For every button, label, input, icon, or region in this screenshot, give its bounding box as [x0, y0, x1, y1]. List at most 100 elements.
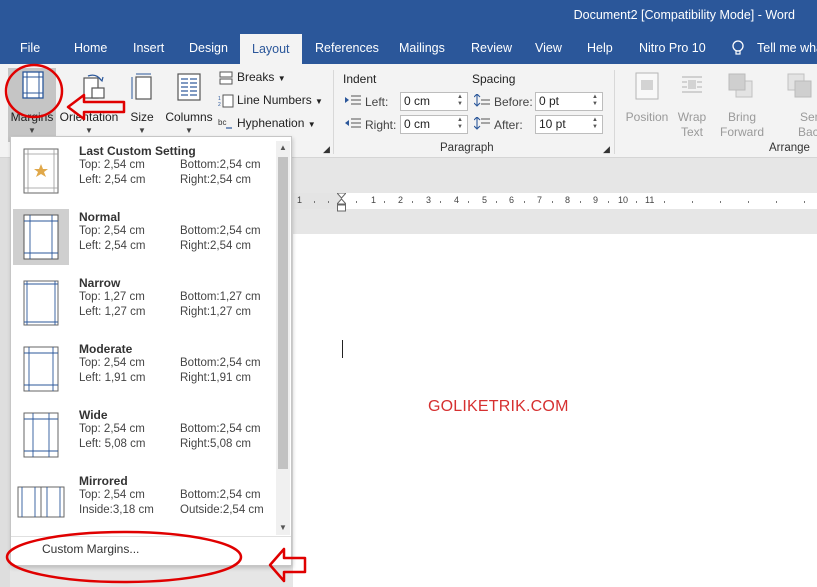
tell-me-search[interactable]: Tell me wha — [757, 32, 817, 64]
margin-left-value: Left: 2,54 cm — [79, 174, 146, 186]
indent-left-label: Left: — [365, 95, 389, 109]
size-button[interactable]: Size ▼ — [128, 68, 156, 142]
margin-option-wide[interactable]: Wide Top: 2,54 cm Bottom:2,54 cm Left: 5… — [12, 403, 278, 469]
hyphenation-button[interactable]: bc Hyphenation ▼ — [218, 116, 316, 136]
spacing-before-input[interactable]: 0 pt ▲ ▼ — [535, 92, 603, 111]
margin-top-value: Top: 2,54 cm — [79, 489, 145, 501]
margin-preview — [13, 341, 69, 397]
spacing-after-icon — [474, 117, 490, 130]
margin-bottom-value: Bottom:2,54 cm — [180, 357, 261, 369]
indent-left-icon — [345, 95, 361, 105]
svg-text:2: 2 — [218, 102, 221, 108]
breaks-label: Breaks — [237, 70, 275, 84]
columns-button[interactable]: Columns ▼ — [164, 68, 214, 142]
scrollbar-thumb[interactable] — [278, 157, 288, 469]
margin-option-mirrored[interactable]: Mirrored Top: 2,54 cm Bottom:2,54 cm Ins… — [12, 469, 278, 535]
tab-design[interactable]: Design — [189, 32, 228, 64]
spinner-arrows-icon[interactable]: ▲ ▼ — [592, 94, 601, 108]
margin-top-value: Top: 1,27 cm — [79, 291, 145, 303]
margin-bottom-value: Bottom:2,54 cm — [180, 159, 261, 171]
margin-preview — [13, 473, 69, 529]
spacing-after-input[interactable]: 10 pt ▲ ▼ — [535, 115, 603, 134]
margin-bottom-value: Bottom:2,54 cm — [180, 489, 261, 501]
send-backward-button[interactable]: Send Backward — [772, 68, 817, 142]
breaks-button[interactable]: Breaks ▼ — [218, 70, 286, 90]
margin-top-value: Top: 2,54 cm — [79, 423, 145, 435]
margin-option-moderate[interactable]: Moderate Top: 2,54 cm Bottom:2,54 cm Lef… — [12, 337, 278, 403]
tab-file[interactable]: File — [20, 32, 40, 64]
spinner-arrows-icon[interactable]: ▲ ▼ — [457, 117, 466, 131]
margins-label: Margins — [10, 110, 54, 124]
margins-icon — [22, 71, 44, 99]
position-button[interactable]: Position — [622, 68, 672, 142]
tab-references[interactable]: References — [315, 32, 379, 64]
left-margin-strip — [0, 158, 10, 587]
indent-right-icon — [345, 118, 361, 128]
margin-top-value: Top: 2,54 cm — [79, 225, 145, 237]
tab-view[interactable]: View — [535, 32, 562, 64]
custom-margins-button[interactable]: Custom Margins... — [42, 542, 139, 556]
tab-layout[interactable]: Layout — [240, 34, 302, 64]
window-title: Document2 [Compatibility Mode] - Word — [573, 8, 795, 22]
margin-bottom-value: Bottom:2,54 cm — [180, 225, 261, 237]
orientation-label: Orientation — [59, 110, 119, 124]
margin-preview — [13, 407, 69, 463]
margin-right-value: Right:1,27 cm — [180, 306, 251, 318]
line-numbers-icon: 1 2 — [218, 94, 234, 108]
page-preview-icon — [23, 412, 59, 458]
indent-right-input[interactable]: 0 cm ▲ ▼ — [400, 115, 468, 134]
margin-left-value: Left: 1,91 cm — [79, 372, 146, 384]
tab-review[interactable]: Review — [471, 32, 512, 64]
tab-insert[interactable]: Insert — [133, 32, 164, 64]
tab-home[interactable]: Home — [74, 32, 107, 64]
indent-right-label: Right: — [365, 118, 397, 132]
spinner-arrows-icon[interactable]: ▲ ▼ — [592, 117, 601, 131]
hyphenation-label: Hyphenation — [237, 116, 305, 130]
ruler-ticks — [314, 201, 805, 203]
line-numbers-button[interactable]: 1 2 Line Numbers ▼ — [218, 93, 323, 113]
margin-right-value: Right:2,54 cm — [180, 240, 251, 252]
title-bar: Document2 [Compatibility Mode] - Word — [0, 0, 817, 32]
page-size-icon — [131, 73, 152, 100]
dropdown-scrollbar[interactable]: ▲ ▼ — [276, 141, 290, 535]
spacing-before-icon — [474, 94, 490, 107]
bring-forward-button[interactable]: Bring Forward — [714, 68, 770, 142]
tab-help[interactable]: Help — [587, 32, 613, 64]
tab-mailings[interactable]: Mailings — [399, 32, 445, 64]
wrap-text-label-1: Wrap — [677, 110, 707, 124]
menu-divider — [11, 536, 291, 537]
hyphenation-icon: bc — [218, 118, 232, 129]
indent-left-input[interactable]: 0 cm ▲ ▼ — [400, 92, 468, 111]
margin-outside-value: Outside:2,54 cm — [180, 504, 264, 516]
paragraph-launcher-icon[interactable]: ◢ — [603, 144, 610, 155]
margin-top-value: Top: 2,54 cm — [79, 357, 145, 369]
scroll-down-icon[interactable]: ▼ — [276, 521, 290, 535]
position-label: Position — [625, 110, 669, 124]
margin-option-last-custom[interactable]: Last Custom Setting Top: 2,54 cm Bottom:… — [12, 139, 278, 205]
spinner-arrows-icon[interactable]: ▲ ▼ — [457, 94, 466, 108]
lightbulb-icon — [732, 40, 744, 55]
margin-option-narrow[interactable]: Narrow Top: 1,27 cm Bottom:1,27 cm Left:… — [12, 271, 278, 337]
position-icon — [635, 72, 659, 100]
margin-preview — [13, 209, 69, 265]
page-preview-icon — [23, 280, 59, 326]
tab-nitro-pro[interactable]: Nitro Pro 10 — [639, 32, 706, 64]
orientation-button[interactable]: Orientation ▼ — [58, 68, 120, 142]
margin-right-value: Right:1,91 cm — [180, 372, 251, 384]
margin-right-value: Right:5,08 cm — [180, 438, 251, 450]
chevron-down-icon: ▼ — [138, 126, 146, 135]
paragraph-group-label: Paragraph — [440, 142, 494, 154]
bring-forward-label-1: Bring — [727, 110, 756, 124]
margin-option-name: Narrow — [79, 276, 121, 290]
send-backward-label-2: Backward — [798, 125, 817, 139]
mirrored-pages-icon — [17, 486, 65, 518]
wrap-text-button[interactable]: Wrap Text — [673, 68, 711, 142]
page-setup-launcher-icon[interactable]: ◢ — [323, 144, 330, 155]
chevron-down-icon: ▼ — [307, 120, 316, 129]
size-label: Size — [130, 110, 154, 124]
scroll-up-icon[interactable]: ▲ — [276, 141, 290, 155]
chevron-down-icon: ▼ — [315, 97, 323, 106]
margin-option-normal[interactable]: Normal Top: 2,54 cm Bottom:2,54 cm Left:… — [12, 205, 278, 271]
margin-inside-value: Inside:3,18 cm — [79, 504, 154, 516]
margins-button[interactable]: Margins ▼ — [8, 68, 56, 142]
